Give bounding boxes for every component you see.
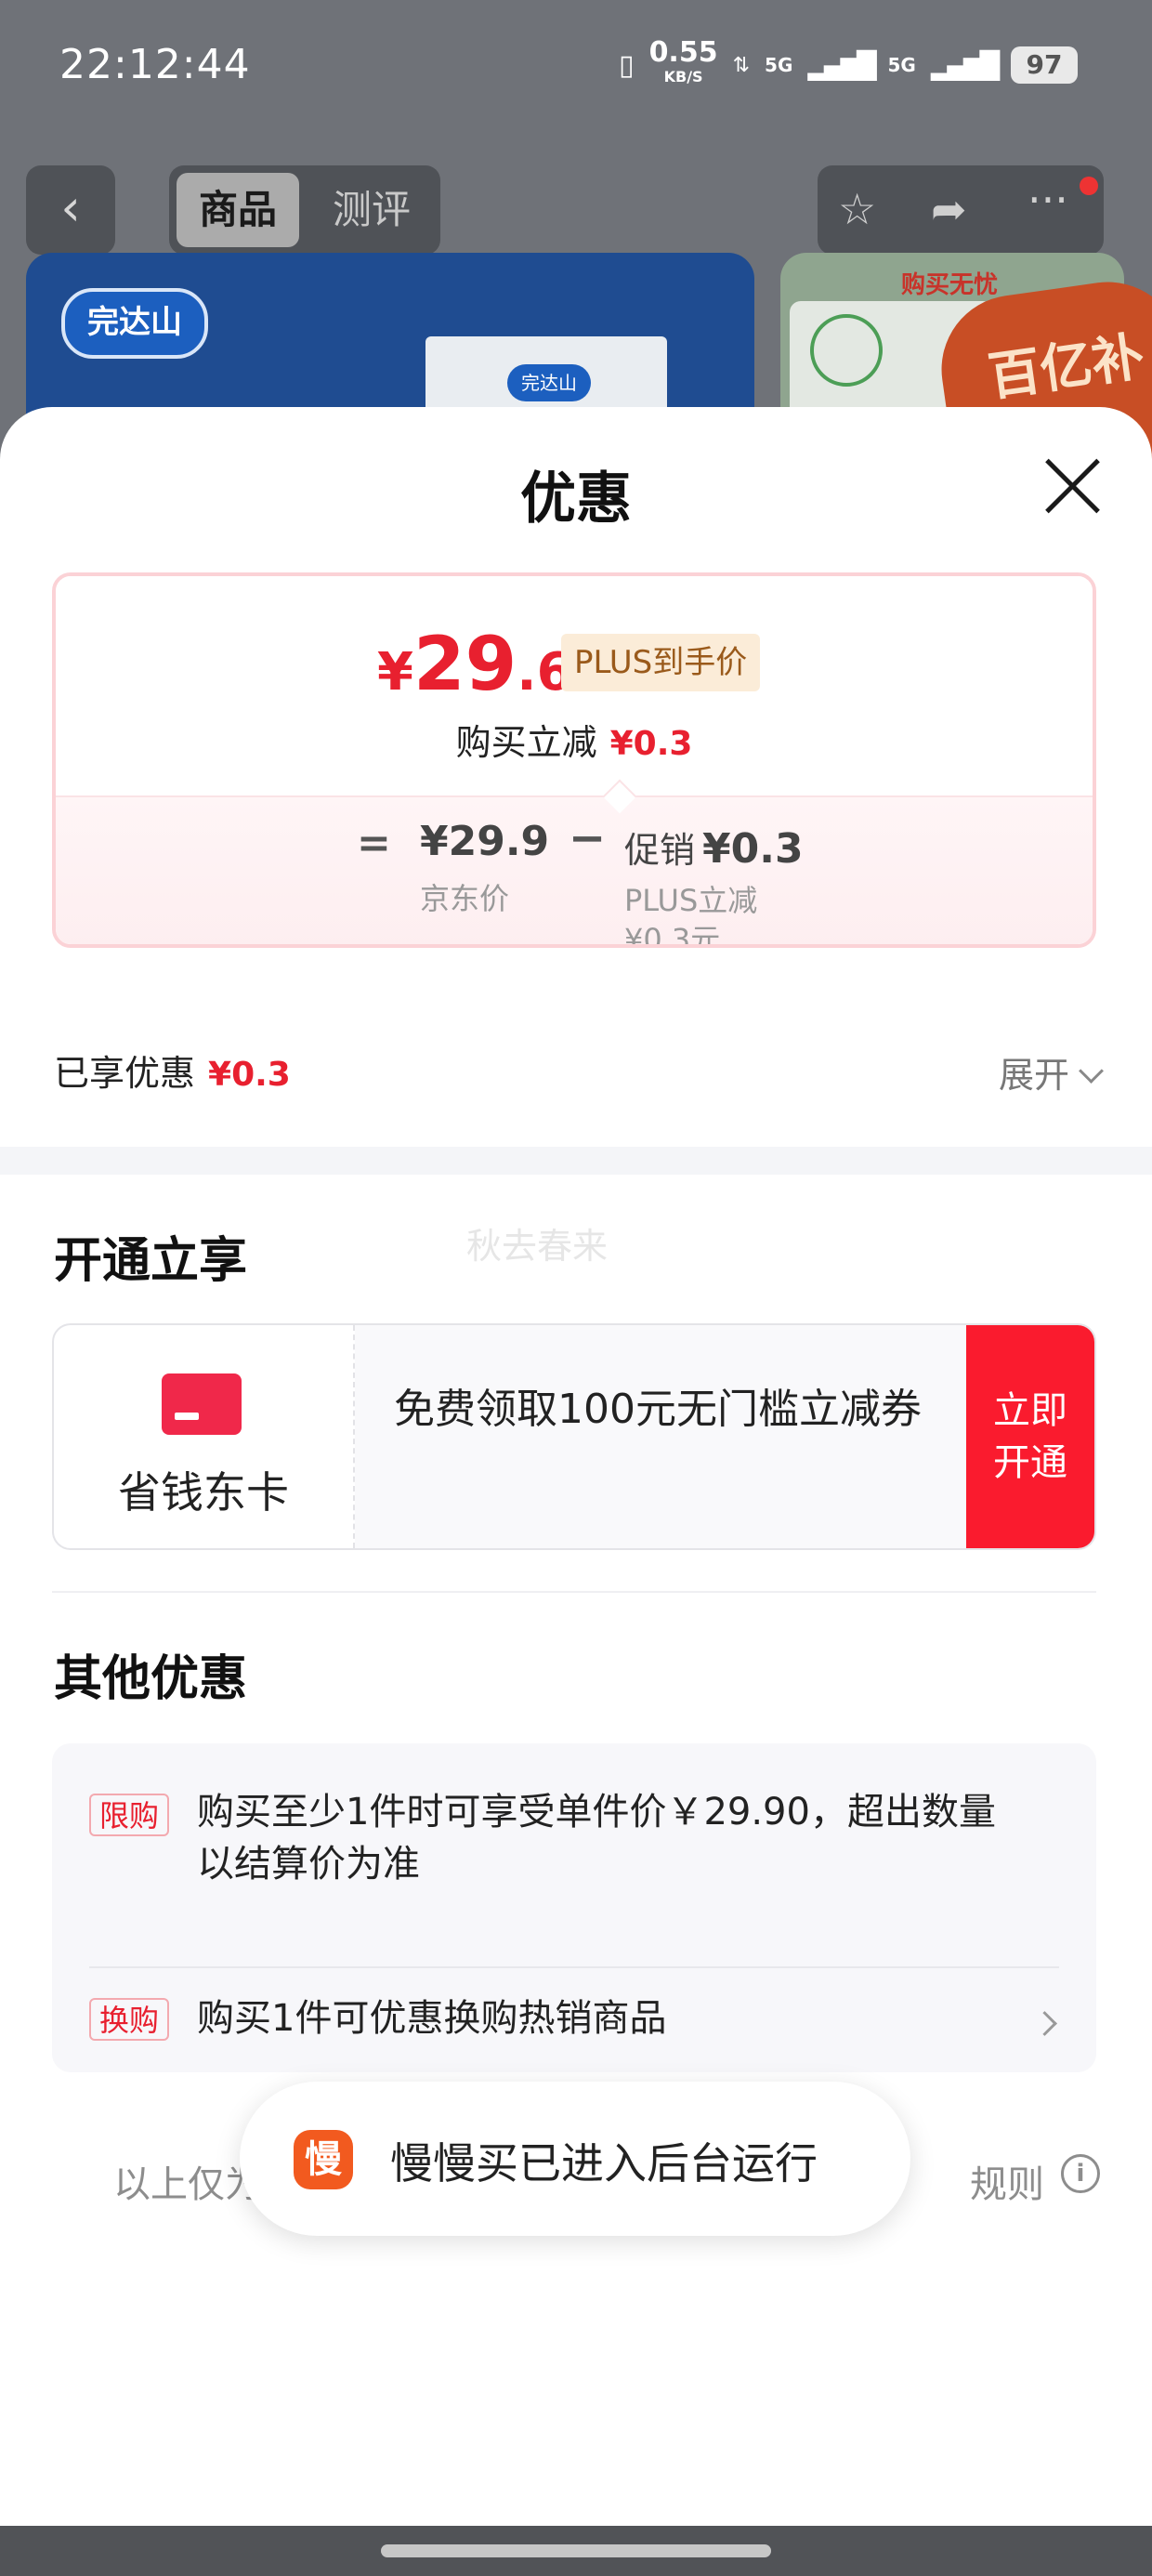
notification-dot bbox=[1080, 177, 1098, 195]
offer-description: 免费领取100元无门槛立减券 bbox=[394, 1381, 933, 1439]
savings-card-name: 省钱东卡 bbox=[118, 1467, 289, 1518]
back-button[interactable]: ‹ bbox=[26, 165, 115, 255]
status-icons: ▯ 0.55 KB/S ⇅ 5G ▂▄▆█ 5G ▂▄▆█ 97 bbox=[619, 36, 1078, 89]
savings-card-left: 省钱东卡 bbox=[54, 1325, 355, 1548]
brand-logo: 完达山 bbox=[61, 288, 208, 359]
vibrate-icon: ▯ bbox=[619, 48, 635, 82]
price-card-top: ¥29.6 PLUS到手价 购买立减 ¥0.3 bbox=[56, 576, 1093, 795]
data-arrows-icon: ⇅ bbox=[732, 53, 751, 77]
promo-sub-label: PLUS立减 bbox=[624, 883, 758, 918]
signal-5g-label-1: 5G bbox=[765, 54, 793, 76]
enjoyed-discount: 已享优惠 ¥0.3 bbox=[54, 1053, 291, 1094]
top-actions: ☆ ➦ ··· bbox=[818, 165, 1104, 255]
separator bbox=[52, 1591, 1096, 1593]
home-indicator[interactable] bbox=[381, 2544, 771, 2557]
app-icon: 慢 bbox=[294, 2130, 353, 2189]
info-icon[interactable]: i bbox=[1061, 2154, 1100, 2193]
leaf-icon bbox=[810, 314, 883, 387]
watermark-text: 秋去春来 bbox=[466, 1226, 609, 1267]
signal-icon: ▂▄▆█ bbox=[930, 49, 1000, 81]
share-icon[interactable]: ➦ bbox=[931, 184, 967, 234]
battery-icon: 97 bbox=[1011, 46, 1078, 84]
open-now-button[interactable]: 立即 开通 bbox=[966, 1325, 1094, 1548]
side-banner-title: 购买无忧 bbox=[901, 271, 999, 299]
savings-card-offer[interactable]: 省钱东卡 免费领取100元无门槛立减券 立即 开通 bbox=[52, 1323, 1096, 1550]
chevron-left-icon: ‹ bbox=[60, 178, 81, 237]
status-time: 22:12:44 bbox=[59, 41, 251, 88]
jd-price-label: 京东价 bbox=[420, 881, 510, 916]
toast-message: 慢慢买已进入后台运行 bbox=[390, 2138, 818, 2188]
star-icon[interactable]: ☆ bbox=[838, 184, 876, 234]
rules-link[interactable]: 规则 bbox=[970, 2154, 1044, 2208]
limit-tag: 限购 bbox=[89, 1794, 169, 1836]
signal-5g-label-2: 5G bbox=[887, 54, 916, 76]
open-section-title: 开通立享 bbox=[54, 1233, 248, 1289]
jd-price: ¥29.9 bbox=[420, 818, 550, 865]
other-offers-list: 限购 购买至少1件时可享受单件价￥29.90，超出数量以结算价为准 换购 购买1… bbox=[52, 1743, 1096, 2072]
system-nav-bar bbox=[0, 2526, 1152, 2576]
network-speed: 0.55 KB/S bbox=[648, 36, 718, 86]
price-breakdown: = ¥29.9 京东价 − 促销 ¥0.3 PLUS立减 ¥0.3元 bbox=[56, 795, 1093, 948]
box-logo: 完达山 bbox=[507, 364, 591, 401]
instant-discount: 购买立减 ¥0.3 bbox=[455, 722, 693, 763]
limit-offer-text: 购买至少1件时可享受单件价￥29.90，超出数量以结算价为准 bbox=[197, 1791, 996, 1886]
section-divider bbox=[0, 1147, 1152, 1175]
card-icon bbox=[162, 1373, 242, 1435]
status-bar: 22:12:44 ▯ 0.55 KB/S ⇅ 5G ▂▄▆█ 5G ▂▄▆█ 97 bbox=[0, 0, 1152, 139]
equals-sign: = bbox=[357, 820, 391, 867]
exchange-tag: 换购 bbox=[89, 1998, 169, 2041]
promo-amount: 促销 ¥0.3 bbox=[624, 825, 804, 873]
final-price: ¥29.6 bbox=[377, 621, 573, 707]
price-card: ¥29.6 PLUS到手价 购买立减 ¥0.3 = ¥29.9 京东价 − 促销 ¥… bbox=[52, 572, 1096, 948]
tab-product[interactable]: 商品 bbox=[177, 173, 299, 247]
expand-button[interactable]: 展开 bbox=[999, 1046, 1104, 1097]
close-icon[interactable] bbox=[1041, 453, 1106, 519]
chevron-down-icon bbox=[1079, 1058, 1104, 1084]
promo-sub-value: ¥0.3元 bbox=[624, 922, 721, 948]
background-run-toast: 慢 慢慢买已进入后台运行 bbox=[240, 2082, 910, 2236]
plus-price-badge: PLUS到手价 bbox=[561, 634, 761, 691]
other-section-title: 其他优惠 bbox=[54, 1651, 248, 1707]
exchange-offer-text[interactable]: 购买1件可优惠换购热销商品 bbox=[197, 1992, 996, 2044]
list-divider bbox=[89, 1966, 1059, 1968]
more-icon[interactable]: ··· bbox=[1028, 175, 1068, 225]
tab-review[interactable]: 测评 bbox=[310, 173, 433, 247]
product-tabs: 商品 测评 bbox=[169, 165, 440, 255]
minus-sign: − bbox=[569, 812, 607, 864]
sheet-title: 优惠 bbox=[520, 467, 632, 532]
chevron-right-icon[interactable] bbox=[1032, 2011, 1057, 2036]
signal-icon: ▂▄▆█ bbox=[807, 49, 876, 81]
